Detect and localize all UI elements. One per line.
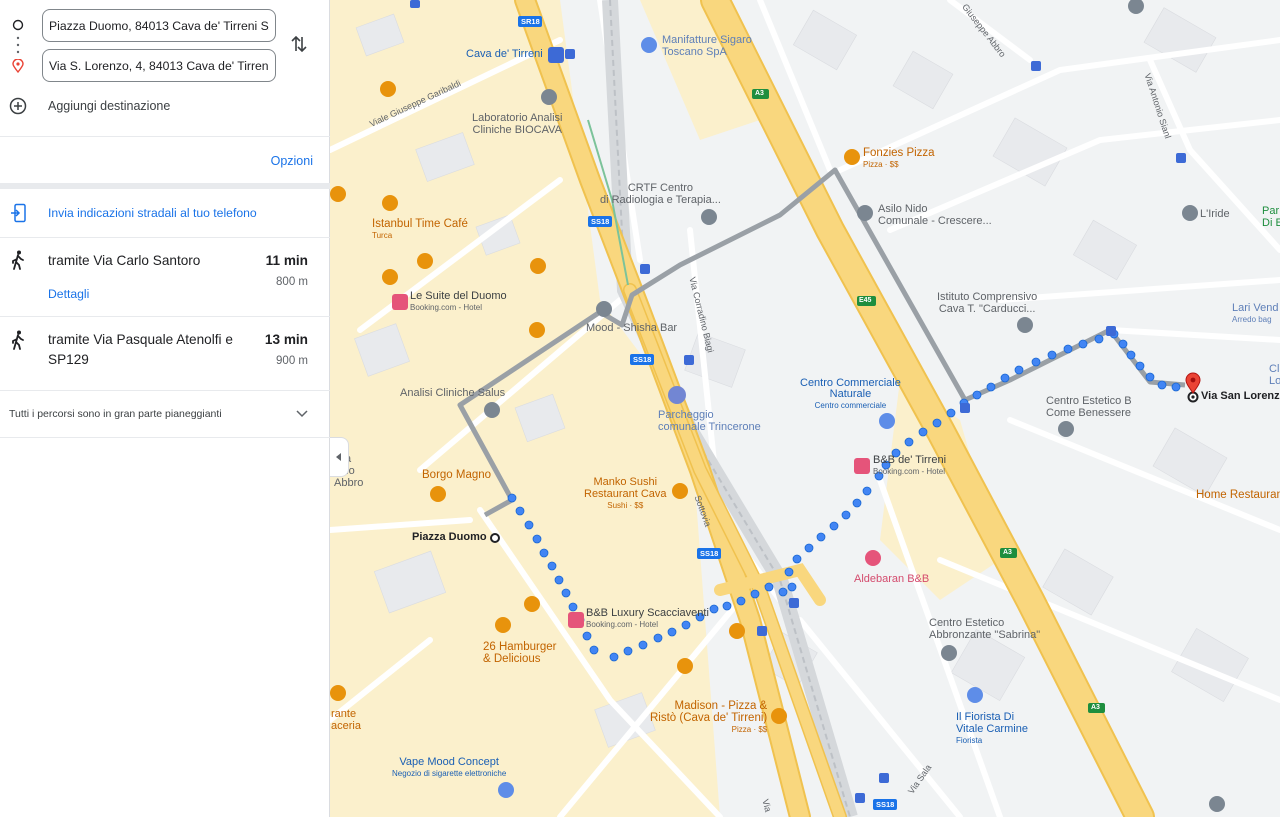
label-via-san-lorenzo[interactable]: Via San Lorenzo xyxy=(1201,390,1280,402)
shield-e45: E45 xyxy=(859,297,872,304)
divider xyxy=(0,316,330,317)
label-bb-luxury[interactable]: B&B Luxury Scacciaventi Booking.com - Hot… xyxy=(586,608,709,630)
swap-directions-icon[interactable] xyxy=(290,34,308,54)
shield-a3-3: A3 xyxy=(1091,704,1100,711)
route-1-details-button[interactable]: Dettagli xyxy=(48,287,89,301)
label-parcheggio[interactable]: Parcheggio comunale Trincerone xyxy=(658,409,761,433)
origin-circle-icon xyxy=(12,19,24,31)
label-estetico-sabrina[interactable]: Centro Estetico Abbronzante "Sabrina" xyxy=(929,617,1040,641)
destination-pin-small-icon xyxy=(12,59,24,73)
route-1-time: 11 min xyxy=(265,253,308,268)
label-vape[interactable]: Vape Mood Concept Negozio di sigarette el… xyxy=(392,757,506,779)
label-left-rante: rante aceria xyxy=(331,708,361,732)
label-asilo[interactable]: Asilo Nido Comunale - Crescere... xyxy=(878,203,992,227)
label-aldebaran[interactable]: Aldebaran B&B xyxy=(854,573,929,585)
shield-ss18: SS18 xyxy=(591,217,610,226)
add-destination-icon[interactable] xyxy=(9,97,27,115)
shield-ss18-4: SS18 xyxy=(876,800,895,809)
directions-panel: Piazza Duomo, 84013 Cava de' Tirreni SA … xyxy=(0,0,330,817)
divider xyxy=(0,437,330,438)
label-istanbul[interactable]: Istanbul Time Café Turca xyxy=(372,218,468,242)
label-istituto[interactable]: Istituto Comprensivo Cava T. "Carducci... xyxy=(937,291,1037,315)
send-to-phone-link[interactable]: Invia indicazioni stradali al tuo telefo… xyxy=(48,206,257,220)
route-1-title: tramite Via Carlo Santoro xyxy=(48,253,201,268)
label-cava-station[interactable]: Cava de' Tirreni xyxy=(466,48,543,60)
label-home-restaurant[interactable]: Home Restauran xyxy=(1196,489,1280,501)
shield-a3: A3 xyxy=(755,90,764,97)
shield-a3-2: A3 xyxy=(1003,549,1012,556)
label-fonzies[interactable]: Fonzies Pizza Pizza · $$ xyxy=(863,147,935,171)
label-borgo-magno[interactable]: Borgo Magno xyxy=(422,469,491,481)
divider-thick xyxy=(0,183,330,189)
collapse-panel-button[interactable] xyxy=(330,437,349,477)
terrain-note: Tutti i percorsi sono in gran parte pian… xyxy=(9,408,222,420)
options-button[interactable]: Opzioni xyxy=(271,154,313,168)
label-lari-vend[interactable]: Lari Vend Arredo bag xyxy=(1232,303,1278,325)
add-destination-button[interactable]: Aggiungi destinazione xyxy=(48,99,170,113)
label-manko[interactable]: Manko Sushi Restaurant Cava Sushi · $$ xyxy=(584,476,667,512)
label-iride[interactable]: L'Iride xyxy=(1200,208,1230,220)
origin-input[interactable]: Piazza Duomo, 84013 Cava de' Tirreni SA xyxy=(42,9,276,42)
label-par[interactable]: Par Di E xyxy=(1262,205,1280,229)
shield-ss18-2: SS18 xyxy=(633,355,652,364)
dots-connector-icon xyxy=(16,36,20,54)
divider xyxy=(0,136,330,137)
route-2-title: tramite Via Pasquale Atenolfi e SP129 xyxy=(48,332,233,367)
origin-marker[interactable] xyxy=(490,533,500,543)
label-crtf[interactable]: CRTF Centro di Radiologia e Terapia... xyxy=(600,182,721,206)
divider xyxy=(0,237,330,238)
label-hamburger[interactable]: 26 Hamburger & Delicious xyxy=(483,641,557,665)
route-2-distance: 900 m xyxy=(276,355,308,367)
label-manifatture[interactable]: Manifatture Sigaro Toscano SpA xyxy=(662,34,752,58)
label-analisi-salus[interactable]: Analisi Cliniche Salus xyxy=(400,387,505,399)
label-madison[interactable]: Madison - Pizza & Ristò (Cava de' Tirreni… xyxy=(650,700,767,736)
send-to-phone-icon xyxy=(11,203,26,223)
label-mood[interactable]: Mood - Shisha Bar xyxy=(586,322,677,334)
label-centro-commerciale[interactable]: Centro Commerciale Naturale Centro commerc… xyxy=(800,378,901,411)
route-1-distance: 800 m xyxy=(276,276,308,288)
label-fiorista[interactable]: Il Fiorista Di Vitale Carmine Fiorista xyxy=(956,711,1028,747)
chevron-left-icon xyxy=(336,453,341,461)
label-piazza-duomo[interactable]: Piazza Duomo xyxy=(412,531,487,543)
shield-ss18-3: SS18 xyxy=(700,549,719,558)
walking-icon xyxy=(12,250,24,270)
route-2-time: 13 min xyxy=(264,332,308,347)
shield-sr18: SR18 xyxy=(521,17,540,26)
divider xyxy=(0,390,330,391)
chevron-down-icon[interactable] xyxy=(296,409,308,419)
label-cl[interactable]: Cl Lo xyxy=(1269,363,1280,387)
walking-icon xyxy=(12,330,24,350)
label-bb-tirreni[interactable]: B&B de' Tirreni Booking.com - Hotel xyxy=(873,455,946,477)
label-suite-duomo[interactable]: Le Suite del Duomo Booking.com - Hotel xyxy=(410,291,507,313)
destination-input[interactable]: Via S. Lorenzo, 4, 84013 Cava de' Tirren… xyxy=(42,49,276,82)
label-estetico-b[interactable]: Centro Estetico B Come Benessere xyxy=(1046,395,1132,419)
label-laboratorio[interactable]: Laboratorio Analisi Cliniche BIOCAVA xyxy=(472,112,563,136)
